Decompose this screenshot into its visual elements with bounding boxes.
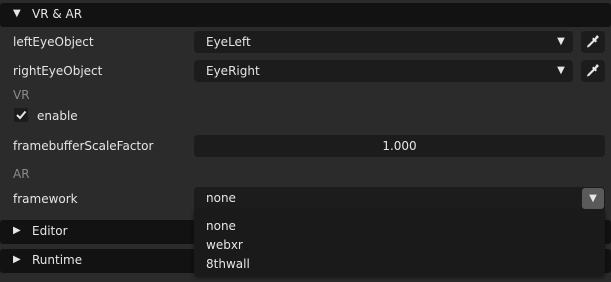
dropdown-option-8thwall[interactable]: 8thwall [206,257,250,271]
vr-section-label: VR [13,88,30,102]
left-eye-object-value: EyeLeft [206,35,251,49]
right-eye-object-select[interactable]: EyeRight ▼ [194,60,573,82]
framework-select[interactable]: none ▼ [194,187,605,210]
framebuffer-scale-factor-input[interactable]: 1.000 [194,135,605,157]
left-eye-object-select[interactable]: EyeLeft ▼ [194,31,573,53]
eyedropper-icon [587,35,599,48]
chevron-down-icon[interactable]: ▼ [582,188,604,209]
check-icon [16,110,27,120]
panel-title: VR & AR [32,7,83,21]
vr-ar-panel-header[interactable]: ▼ VR & AR [0,3,611,27]
dropdown-option-none[interactable]: none [206,219,236,233]
framework-dropdown-list: none webxr 8thwall [194,210,605,276]
enable-label: enable [37,109,78,123]
eyedropper-icon [587,64,599,77]
dropdown-option-webxr[interactable]: webxr [206,238,243,252]
triangle-right-icon: ▶ [13,254,21,265]
framework-value: none [206,191,236,205]
chevron-down-icon: ▼ [557,36,565,47]
framework-label: framework [13,192,78,206]
right-eye-object-label: rightEyeObject [13,64,103,78]
left-eye-object-label: leftEyeObject [13,35,94,49]
triangle-right-icon: ▶ [13,225,21,236]
ar-section-label: AR [13,167,30,181]
right-eye-picker-button[interactable] [581,60,605,82]
chevron-down-icon: ▼ [557,65,565,76]
framebuffer-scale-factor-label: framebufferScaleFactor [13,139,154,153]
panel-title: Runtime [32,253,83,267]
right-eye-object-value: EyeRight [206,64,260,78]
panel-title: Editor [32,224,68,238]
left-eye-picker-button[interactable] [581,31,605,53]
triangle-down-icon: ▼ [13,8,21,19]
enable-checkbox[interactable] [14,108,28,122]
